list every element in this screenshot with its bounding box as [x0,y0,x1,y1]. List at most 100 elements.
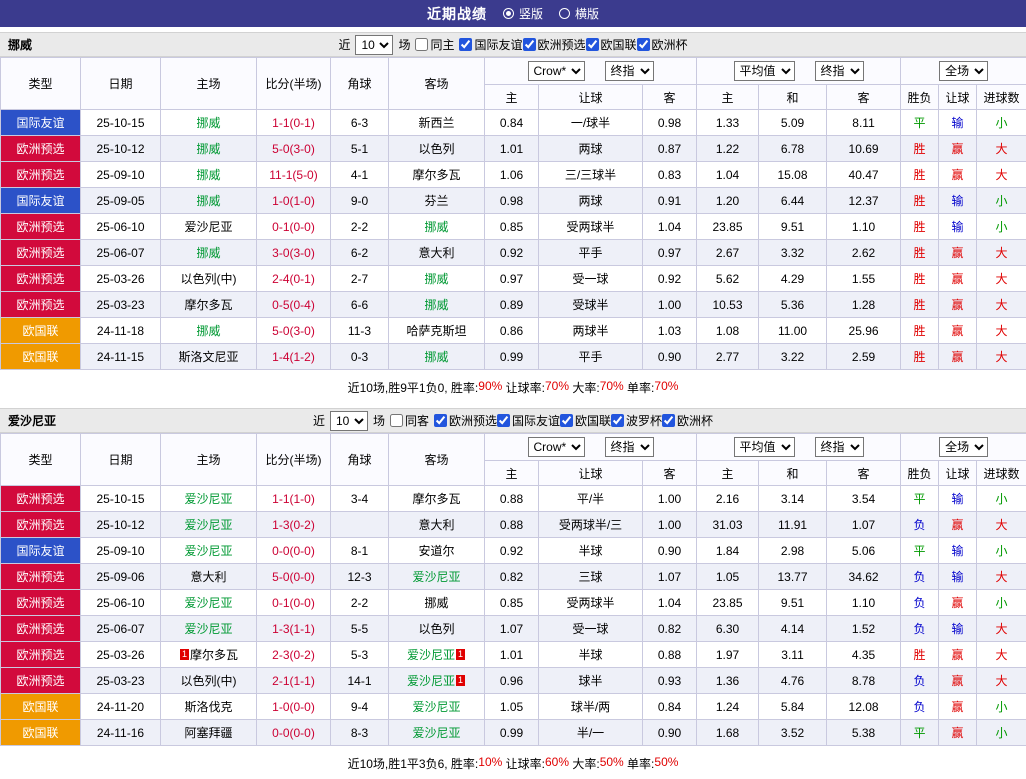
league-filter[interactable]: 欧洲预选 [434,412,497,429]
average-select[interactable]: 平均值 [734,61,795,81]
odds-handicap: 受两球半/三 [539,512,643,538]
league-checkbox[interactable] [637,38,650,51]
away-team-name: 爱沙尼亚 [407,648,455,662]
away-team-name: 芬兰 [424,194,448,208]
match-row: 欧洲预选25-10-12爱沙尼亚1-3(0-2)意大利0.88受两球半/三1.0… [1,512,1026,538]
odds-home: 0.88 [485,512,539,538]
col-odds-home: 主 [485,85,539,110]
team-name: 爱沙尼亚 [0,412,56,429]
away-team-name: 新西兰 [418,116,454,130]
league-filter[interactable]: 欧洲杯 [662,412,713,429]
avg-draw: 6.44 [759,188,827,214]
odds-handicap: 一/球半 [539,110,643,136]
radio-horizontal[interactable]: 横版 [559,5,599,22]
average-stage-select[interactable]: 终指 [815,437,864,457]
league-filter[interactable]: 波罗杯 [611,412,662,429]
full-match-select[interactable]: 全场 [939,437,988,457]
league-label: 欧洲杯 [677,412,713,429]
match-row: 欧国联24-11-16阿塞拜疆0-0(0-0)8-3爱沙尼亚0.99半/一0.9… [1,720,1026,746]
red-card-badge: 1 [456,649,465,660]
away-team: 意大利 [389,240,485,266]
odds-stage-select[interactable]: 终指 [605,437,654,457]
league-filter[interactable]: 欧国联 [560,412,611,429]
league-filter[interactable]: 国际友谊 [459,36,522,53]
league-checkbox[interactable] [459,38,472,51]
league-checkbox[interactable] [560,414,573,427]
corners: 12-3 [331,564,389,590]
score: 5-0(3-0) [257,318,331,344]
match-date: 25-03-26 [81,266,161,292]
avg-home: 5.62 [697,266,759,292]
type-badge: 欧洲预选 [1,486,81,512]
result-goals: 小 [977,214,1026,240]
match-date: 25-09-05 [81,188,161,214]
sections-container: 挪威 近 10 场 同主 国际友谊欧洲预选欧国联欧洲杯 [0,32,1026,779]
corners [331,512,389,538]
col-result: 胜负 [901,85,939,110]
bookmaker-select[interactable]: Crow* [528,437,585,457]
league-checkbox[interactable] [611,414,624,427]
col-score: 比分(半场) [257,58,331,110]
avg-draw: 5.36 [759,292,827,318]
radio-selected-icon [503,8,514,19]
odds-home: 1.06 [485,162,539,188]
league-filter[interactable]: 欧洲杯 [637,36,688,53]
results-table: 类型 日期 主场 比分(半场) 角球 客场 Crow* 终指 平均值 [0,433,1026,746]
result-goals: 大 [977,266,1026,292]
same-venue-filter[interactable]: 同客 [390,412,429,429]
result-handicap: 赢 [939,668,977,694]
red-card-badge: 1 [180,649,189,660]
match-row: 欧洲预选25-09-10挪威11-1(5-0)4-1摩尔多瓦1.06三/三球半0… [1,162,1026,188]
odds-home: 0.85 [485,590,539,616]
score: 1-1(1-0) [257,486,331,512]
avg-draw: 3.32 [759,240,827,266]
league-checkbox[interactable] [497,414,510,427]
league-checkbox[interactable] [434,414,447,427]
avg-draw: 6.78 [759,136,827,162]
avg-draw: 4.76 [759,668,827,694]
league-filter[interactable]: 欧国联 [586,36,637,53]
score: 0-1(0-0) [257,214,331,240]
recent-count-select[interactable]: 10 [355,35,393,55]
avg-draw: 5.09 [759,110,827,136]
league-checkbox[interactable] [586,38,599,51]
away-team: 挪威 [389,344,485,370]
same-venue-checkbox[interactable] [390,414,403,427]
col-date: 日期 [81,58,161,110]
type-badge: 欧国联 [1,694,81,720]
match-date: 25-06-10 [81,590,161,616]
league-filters: 国际友谊欧洲预选欧国联欧洲杯 [459,36,687,54]
same-venue-filter[interactable]: 同主 [415,36,454,53]
home-team-name: 爱沙尼亚 [184,518,232,532]
avg-draw: 11.00 [759,318,827,344]
league-filter[interactable]: 欧洲预选 [523,36,586,53]
odds-stage-select[interactable]: 终指 [605,61,654,81]
result-handicap: 输 [939,188,977,214]
average-select[interactable]: 平均值 [734,437,795,457]
score: 5-0(0-0) [257,564,331,590]
avg-draw: 4.29 [759,266,827,292]
result-goals: 大 [977,240,1026,266]
recent-count-select[interactable]: 10 [330,411,368,431]
full-match-select[interactable]: 全场 [939,61,988,81]
same-venue-checkbox[interactable] [415,38,428,51]
avg-home: 23.85 [697,214,759,240]
league-filters: 欧洲预选国际友谊欧国联波罗杯欧洲杯 [434,412,713,430]
home-team: 摩尔多瓦 [161,292,257,318]
score: 0-1(0-0) [257,590,331,616]
result-goals: 小 [977,538,1026,564]
league-checkbox[interactable] [523,38,536,51]
filter-suffix-label: 场 [373,412,385,429]
avg-draw: 3.11 [759,642,827,668]
bookmaker-select[interactable]: Crow* [528,61,585,81]
league-checkbox[interactable] [662,414,675,427]
league-filter[interactable]: 国际友谊 [497,412,560,429]
match-row: 欧洲预选25-03-261摩尔多瓦2-3(0-2)5-3爱沙尼亚11.01半球0… [1,642,1026,668]
average-stage-select[interactable]: 终指 [815,61,864,81]
radio-vertical[interactable]: 竖版 [503,5,543,22]
result-handicap: 输 [939,486,977,512]
col-odds-home: 主 [485,461,539,486]
odds-away: 1.00 [643,512,697,538]
away-team-name: 挪威 [424,220,448,234]
home-team: 爱沙尼亚 [161,590,257,616]
